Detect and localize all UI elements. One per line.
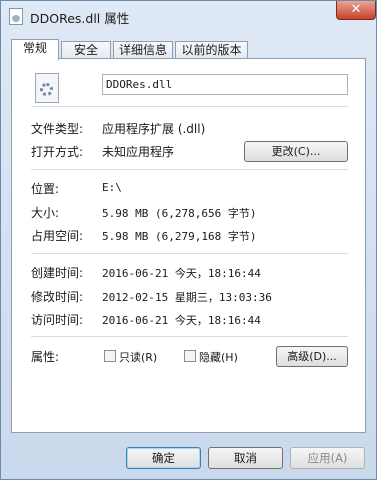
divider xyxy=(31,169,348,170)
title-bar[interactable]: DDORes.dll 属性 ✕ xyxy=(1,1,376,31)
tab-details[interactable]: 详细信息 xyxy=(113,41,173,59)
hidden-checkbox[interactable] xyxy=(184,350,196,362)
modified-label: 修改时间: xyxy=(31,290,84,304)
size-on-disk-value: 5.98 MB (6,279,168 字节) xyxy=(102,230,257,243)
attributes-label: 属性: xyxy=(31,350,60,364)
dll-file-icon xyxy=(35,73,59,103)
properties-window: DDORes.dll 属性 ✕ 常规 安全 详细信息 以前的版本 DDORes.… xyxy=(0,0,377,480)
ok-button[interactable]: 确定 xyxy=(126,447,201,469)
tab-security[interactable]: 安全 xyxy=(61,41,111,59)
accessed-label: 访问时间: xyxy=(31,313,84,327)
advanced-button[interactable]: 高级(D)... xyxy=(276,346,348,367)
file-name-field[interactable]: DDORes.dll xyxy=(102,74,348,95)
open-with-value: 未知应用程序 xyxy=(102,145,175,159)
file-type-label: 文件类型: xyxy=(31,122,84,136)
size-on-disk-label: 占用空间: xyxy=(31,229,84,243)
file-icon xyxy=(9,8,23,25)
created-label: 创建时间: xyxy=(31,266,84,280)
apply-button[interactable]: 应用(A) xyxy=(290,447,365,469)
tab-previous-versions[interactable]: 以前的版本 xyxy=(175,41,248,59)
readonly-checkbox[interactable] xyxy=(104,350,116,362)
general-panel: DDORes.dll 文件类型: 应用程序扩展 (.dll) 打开方式: 未知应… xyxy=(11,58,366,433)
cancel-button[interactable]: 取消 xyxy=(208,447,283,469)
change-button[interactable]: 更改(C)... xyxy=(244,141,348,162)
close-button[interactable]: ✕ xyxy=(336,1,376,20)
tab-general[interactable]: 常规 xyxy=(11,39,59,60)
gear-icon xyxy=(40,83,53,96)
divider xyxy=(31,336,348,337)
open-with-label: 打开方式: xyxy=(31,145,84,159)
created-value: 2016-06-21 今天，18:16:44 xyxy=(102,267,261,280)
size-value: 5.98 MB (6,278,656 字节) xyxy=(102,207,257,220)
accessed-value: 2016-06-21 今天，18:16:44 xyxy=(102,314,261,327)
divider xyxy=(31,106,348,107)
divider xyxy=(31,253,348,254)
file-type-value: 应用程序扩展 (.dll) xyxy=(102,122,206,136)
readonly-label[interactable]: 只读(R) xyxy=(119,349,157,365)
hidden-label[interactable]: 隐藏(H) xyxy=(199,349,238,365)
location-label: 位置: xyxy=(31,182,60,196)
window-title: DDORes.dll 属性 xyxy=(30,11,130,26)
size-label: 大小: xyxy=(31,206,60,220)
location-value: E:\ xyxy=(102,181,122,194)
modified-value: 2012-02-15 星期三，13:03:36 xyxy=(102,291,272,304)
